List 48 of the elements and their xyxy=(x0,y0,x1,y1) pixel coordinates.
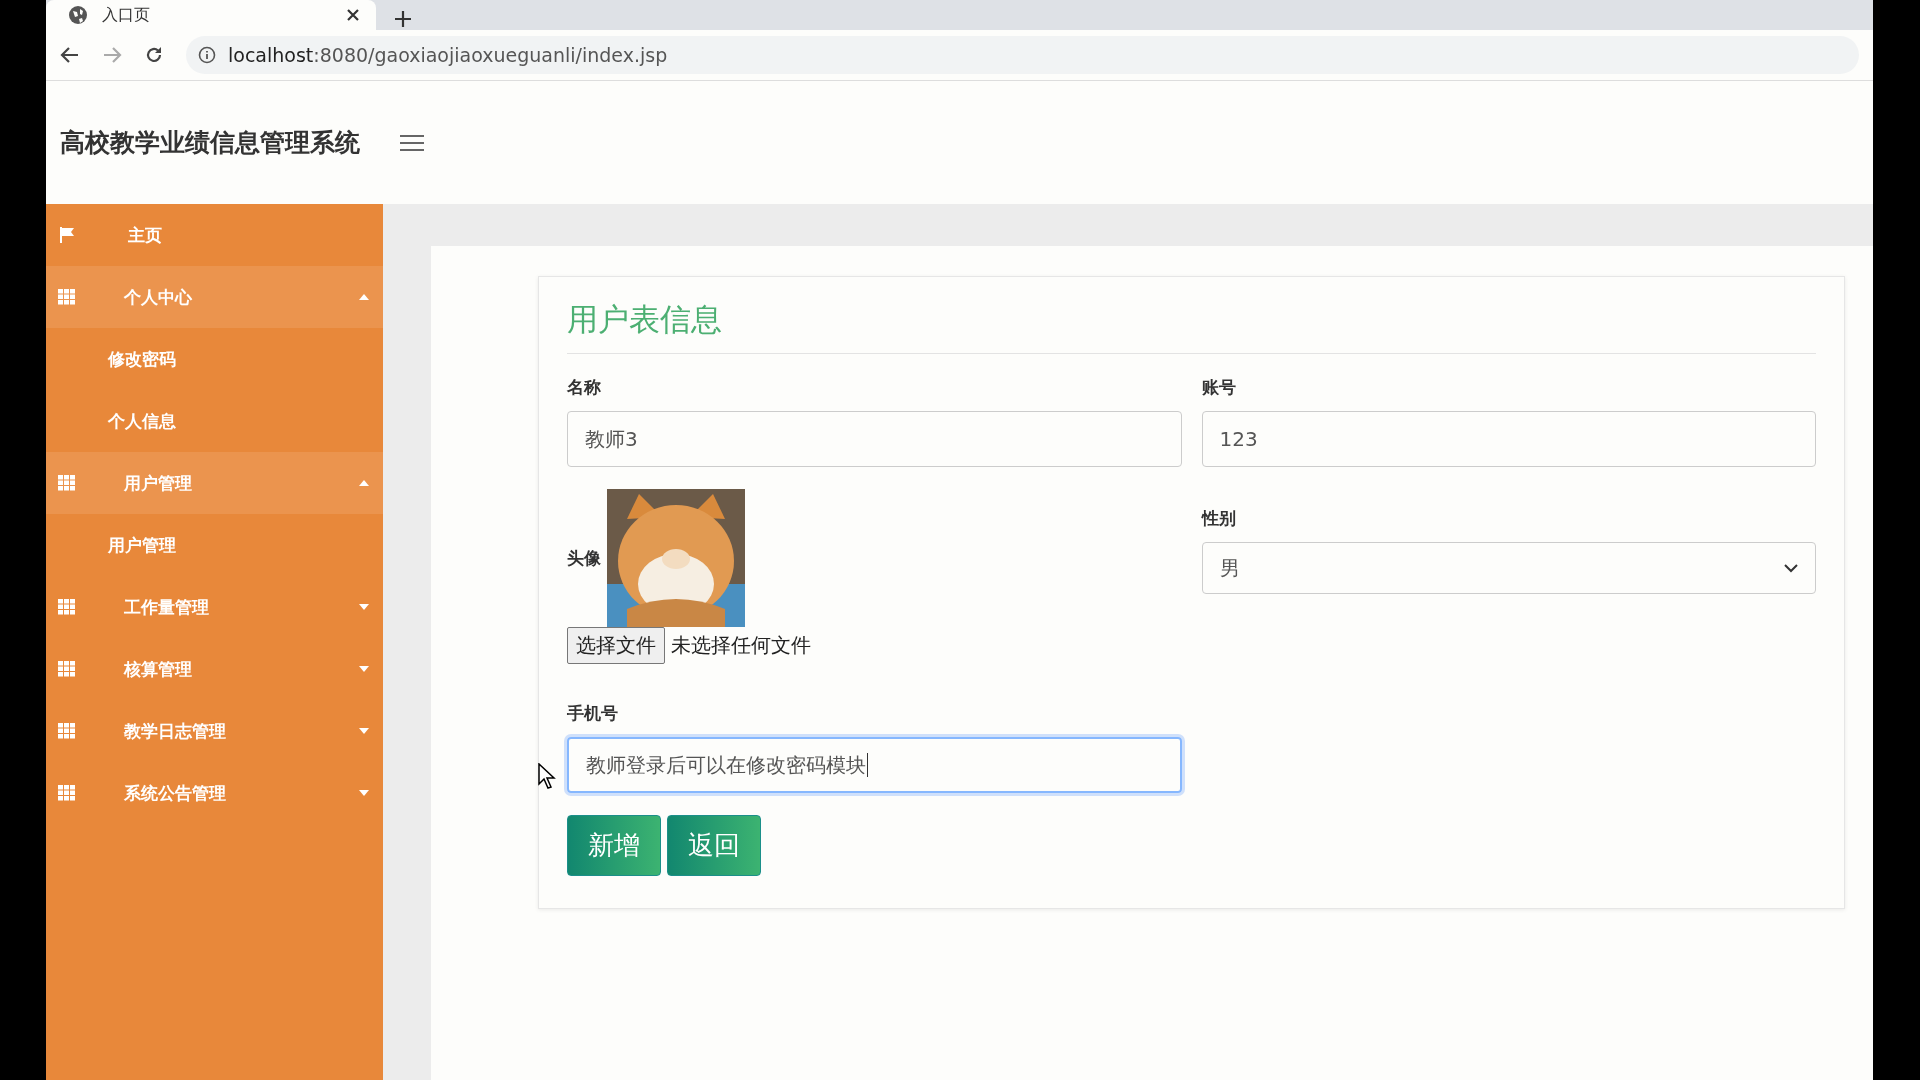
gender-select[interactable]: 男 xyxy=(1201,542,1816,594)
form-button[interactable]: 返回 xyxy=(667,815,761,876)
field-label: 手机号 xyxy=(567,702,619,725)
form-button[interactable]: 新增 xyxy=(567,815,661,876)
caret-icon xyxy=(359,728,369,734)
sidebar-item[interactable]: 系统公告管理 xyxy=(46,762,383,824)
caret-icon xyxy=(359,480,369,486)
caret-icon xyxy=(359,294,369,300)
grid-icon xyxy=(58,661,76,677)
close-icon[interactable] xyxy=(346,8,360,22)
grid-icon xyxy=(58,785,76,801)
caret-icon xyxy=(359,666,369,672)
submenu-item[interactable]: 用户管理 xyxy=(46,514,383,576)
menu-icon[interactable] xyxy=(400,133,424,152)
name-field[interactable]: 教师3 xyxy=(567,411,1182,467)
field-label: 账号 xyxy=(1201,376,1237,399)
choose-file-button[interactable]: 选择文件 xyxy=(567,627,665,664)
grid-icon xyxy=(58,599,76,615)
back-icon[interactable] xyxy=(60,45,80,65)
sidebar-item[interactable]: 工作量管理 xyxy=(46,576,383,638)
caret-icon xyxy=(359,604,369,610)
address-bar[interactable]: localhost:8080/gaoxiaojiaoxueguanli/index.jsp xyxy=(186,36,1859,74)
field-label: 头像 xyxy=(567,546,601,570)
flag-icon xyxy=(58,226,76,244)
sidebar-item[interactable]: 个人中心 xyxy=(46,266,383,328)
info-icon xyxy=(198,46,216,64)
sidebar-item[interactable]: 主页 xyxy=(46,204,383,266)
phone-field[interactable]: 教师登录后可以在修改密码模块 xyxy=(567,737,1182,793)
new-tab-icon[interactable] xyxy=(394,10,412,28)
sidebar-item[interactable]: 教学日志管理 xyxy=(46,700,383,762)
submenu-item[interactable]: 修改密码 xyxy=(46,328,383,390)
chevron-down-icon xyxy=(1784,563,1798,573)
field-label: 性别 xyxy=(1201,507,1237,530)
grid-icon xyxy=(58,289,76,305)
browser-tab[interactable]: 入口页 xyxy=(46,0,376,30)
submenu-item[interactable]: 个人信息 xyxy=(46,390,383,452)
file-status: 未选择任何文件 xyxy=(671,632,811,659)
field-label: 名称 xyxy=(567,376,602,399)
globe-icon xyxy=(68,5,88,25)
app-title: 高校教学业绩信息管理系统 xyxy=(60,127,360,159)
grid-icon xyxy=(58,475,76,491)
form-title: 用户表信息 xyxy=(567,299,1816,354)
sidebar-item[interactable]: 核算管理 xyxy=(46,638,383,700)
grid-icon xyxy=(58,723,76,739)
caret-icon xyxy=(359,790,369,796)
sidebar-item[interactable]: 用户管理 xyxy=(46,452,383,514)
reload-icon[interactable] xyxy=(144,45,164,65)
account-field[interactable]: 123 xyxy=(1201,411,1816,467)
